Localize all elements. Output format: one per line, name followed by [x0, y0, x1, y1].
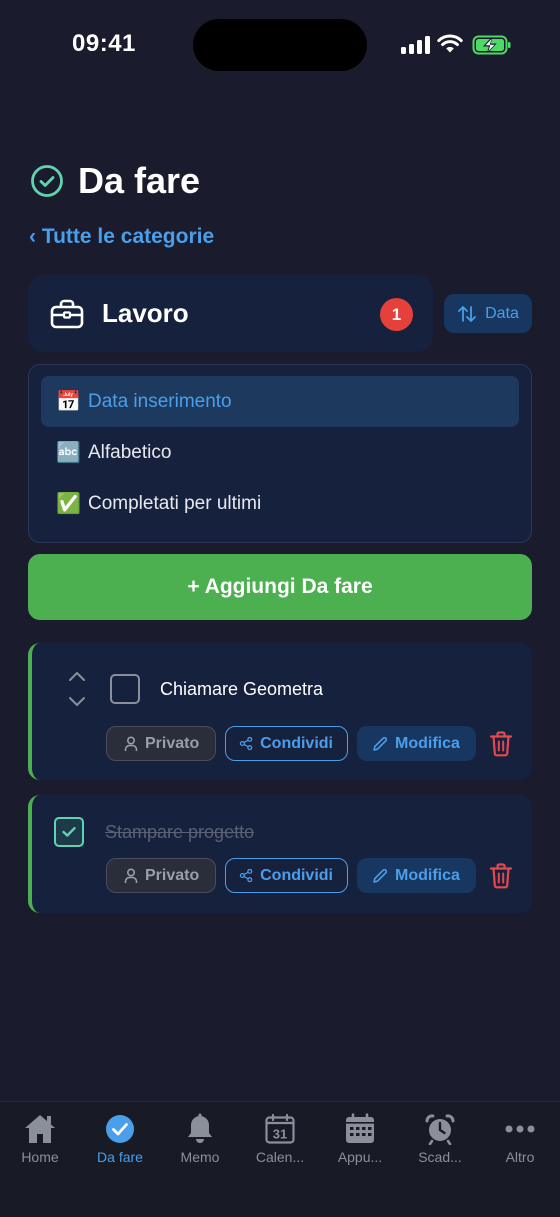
calendar-icon: 31: [264, 1112, 296, 1146]
check-circle-icon: [105, 1112, 135, 1146]
briefcase-icon: [50, 299, 84, 328]
edit-label: Modifica: [395, 866, 460, 884]
tab-bar: Home Da fare Memo 31 Calen... Appu... Sc…: [0, 1101, 560, 1217]
home-icon: [23, 1112, 57, 1146]
private-button[interactable]: Privato: [106, 726, 216, 761]
calendar-emoji-icon: 📅: [56, 391, 81, 413]
task-title: Chiamare Geometra: [160, 679, 324, 699]
sort-arrows-icon: [458, 305, 476, 322]
tab-appuntamenti[interactable]: Appu...: [320, 1112, 400, 1165]
share-button[interactable]: Condividi: [225, 858, 348, 893]
sort-option-label: Completati per ultimi: [88, 492, 262, 514]
move-down-icon[interactable]: [68, 695, 86, 711]
tab-label: Da fare: [97, 1149, 143, 1165]
tab-label: Home: [21, 1149, 59, 1165]
reorder-controls: [68, 669, 86, 711]
task-card: Stampare progetto Privato Condividi Modi…: [28, 795, 532, 913]
tab-label: Memo: [180, 1149, 220, 1165]
tab-label: Altro: [505, 1149, 535, 1165]
dynamic-island: [193, 19, 367, 71]
category-name: Lavoro: [102, 298, 189, 328]
checkmark-emoji-icon: ✅: [56, 493, 81, 515]
checkmark-icon: [62, 827, 76, 837]
battery-charging-icon: [472, 35, 511, 55]
back-link[interactable]: ‹ Tutte le categorie: [29, 225, 214, 249]
sort-option-date[interactable]: 📅 Data inserimento: [41, 376, 519, 427]
count-badge: 1: [380, 298, 413, 331]
trash-icon[interactable]: [489, 862, 513, 889]
tab-calendario[interactable]: 31 Calen...: [240, 1112, 320, 1165]
person-icon: [124, 735, 138, 751]
page-title: Da fare: [78, 160, 201, 201]
task-actions: Privato Condividi Modifica: [106, 858, 513, 893]
svg-text:31: 31: [273, 1127, 287, 1142]
task-actions: Privato Condividi Modifica: [106, 726, 513, 761]
calendar-grid-icon: [344, 1112, 376, 1146]
sort-option-alphabetic[interactable]: 🔤 Alfabetico: [41, 427, 519, 478]
edit-button[interactable]: Modifica: [357, 858, 476, 893]
cellular-signal-icon: [401, 36, 430, 54]
sort-option-label: Alfabetico: [88, 441, 172, 463]
alarm-clock-icon: [424, 1112, 456, 1146]
move-up-icon[interactable]: [68, 669, 86, 685]
share-label: Condividi: [260, 734, 333, 752]
trash-icon[interactable]: [489, 730, 513, 757]
sort-option-completed-last[interactable]: ✅ Completati per ultimi: [41, 478, 519, 529]
wifi-icon: [437, 34, 463, 53]
check-circle-icon: [31, 165, 63, 197]
category-card: Lavoro 1: [28, 275, 433, 352]
sort-option-label: Data inserimento: [88, 390, 232, 412]
sort-button-label: Data: [485, 304, 519, 322]
sort-button[interactable]: Data: [444, 294, 532, 333]
task-checkbox[interactable]: [54, 817, 84, 847]
status-time: 09:41: [72, 30, 136, 57]
private-label: Privato: [145, 734, 200, 752]
private-button[interactable]: Privato: [106, 858, 216, 893]
task-card: Chiamare Geometra Privato Condividi Modi…: [28, 643, 532, 780]
sort-menu: 📅 Data inserimento 🔤 Alfabetico ✅ Comple…: [28, 364, 532, 543]
tab-scadenze[interactable]: Scad...: [400, 1112, 480, 1165]
edit-button[interactable]: Modifica: [357, 726, 476, 761]
edit-label: Modifica: [395, 734, 460, 752]
share-button[interactable]: Condividi: [225, 726, 348, 761]
share-icon: [239, 736, 253, 751]
tab-label: Calen...: [255, 1149, 305, 1165]
pencil-icon: [373, 736, 388, 751]
tab-altro[interactable]: Altro: [480, 1112, 560, 1165]
status-bar: 09:41: [0, 0, 560, 90]
tab-label: Scad...: [418, 1149, 462, 1165]
task-checkbox[interactable]: [110, 674, 140, 704]
bell-icon: [186, 1112, 214, 1146]
abc-emoji-icon: 🔤: [56, 442, 81, 464]
share-label: Condividi: [260, 866, 333, 884]
tab-memo[interactable]: Memo: [160, 1112, 240, 1165]
tab-home[interactable]: Home: [0, 1112, 80, 1165]
page-header: Da fare: [30, 160, 200, 202]
share-icon: [239, 868, 253, 883]
tab-da-fare[interactable]: Da fare: [80, 1112, 160, 1165]
add-todo-button[interactable]: + Aggiungi Da fare: [28, 554, 532, 620]
pencil-icon: [373, 868, 388, 883]
private-label: Privato: [145, 866, 200, 884]
tab-label: Appu...: [337, 1149, 383, 1165]
task-title: Stampare progetto: [105, 822, 255, 842]
person-icon: [124, 867, 138, 883]
more-icon: [504, 1112, 536, 1146]
